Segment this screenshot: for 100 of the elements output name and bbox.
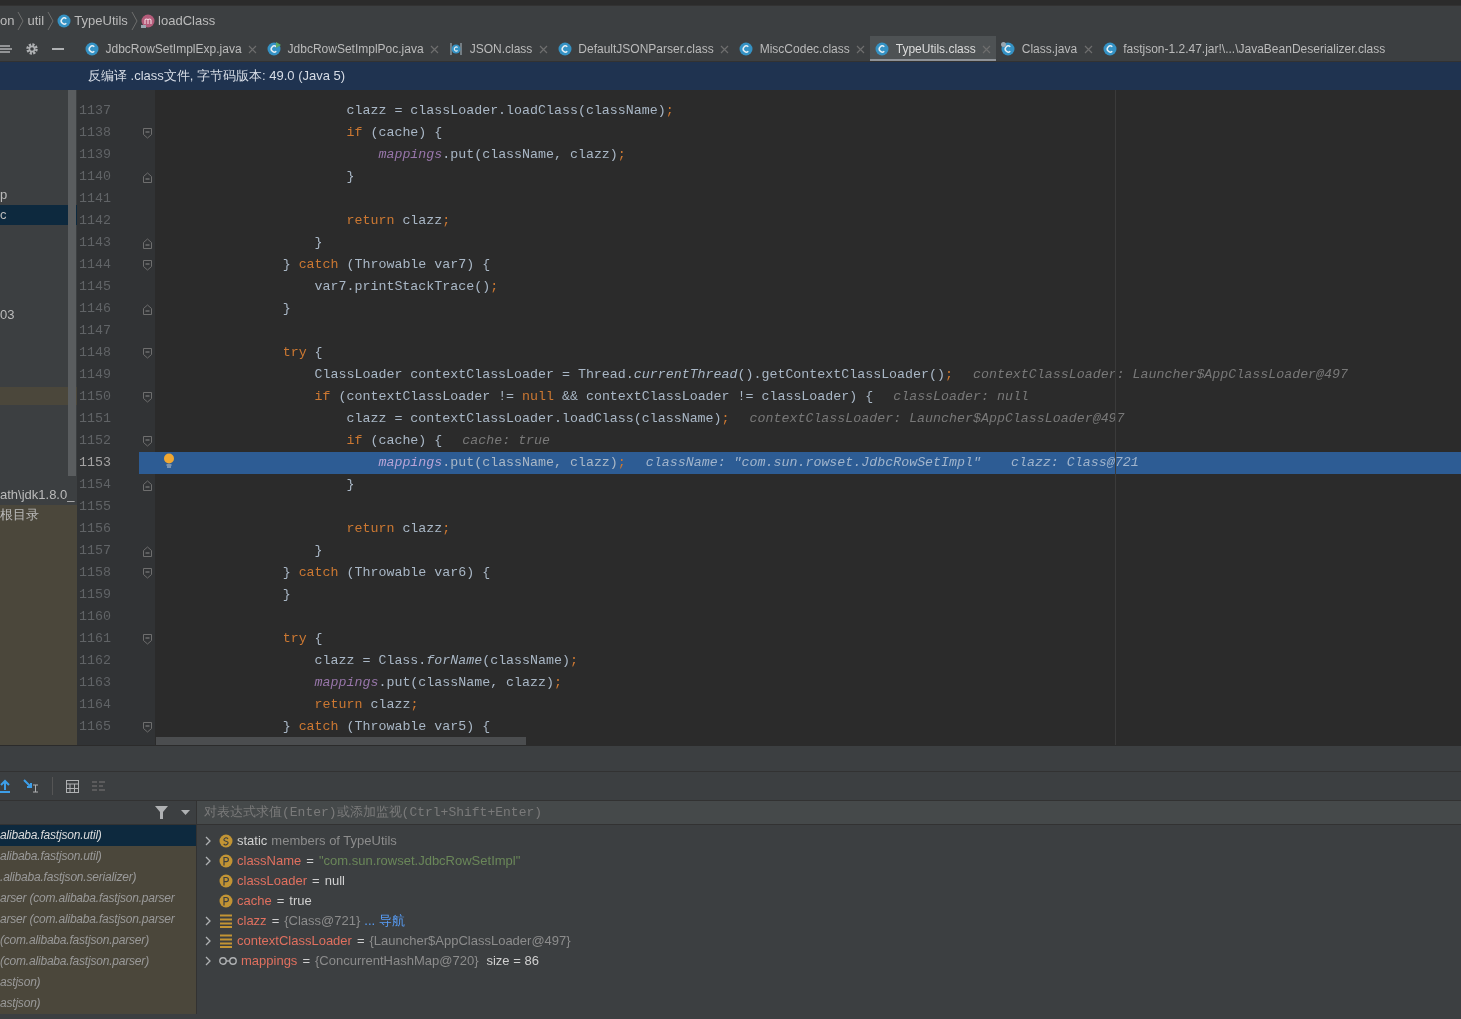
equals-sign: = — [356, 932, 365, 950]
fold-icon[interactable] — [142, 127, 152, 139]
file-tab[interactable]: JdbcRowSetImplExp.java — [80, 36, 263, 61]
breadcrumb-item[interactable]: TypeUtils — [74, 11, 128, 31]
inline-value-hint: cache: true — [462, 432, 551, 450]
close-icon[interactable] — [1083, 44, 1093, 54]
stack-frame[interactable]: alibaba.fastjson.util) — [0, 846, 196, 867]
fold-icon[interactable] — [142, 171, 152, 183]
equals-sign: = — [312, 872, 320, 890]
tree-item[interactable]: p — [0, 185, 77, 205]
field-icon — [219, 914, 233, 928]
variable-row[interactable]: className = "com.sun.rowset.JdbcRowSetImpl" — [197, 851, 1461, 871]
fold-icon[interactable] — [142, 347, 152, 359]
file-tab[interactable]: JSON.class — [444, 36, 553, 61]
variable-name[interactable]: cache — [237, 891, 272, 911]
fold-icon[interactable] — [142, 391, 152, 403]
code-text: } — [282, 586, 291, 604]
variable-row[interactable]: classLoader = null — [197, 871, 1461, 891]
fold-icon[interactable] — [142, 259, 152, 271]
file-tab[interactable]: Class.java — [996, 36, 1098, 61]
code-text: mappings.put(className, clazz); — [314, 674, 562, 692]
inline-value-hint: className: "com.sun.rowset.JdbcRowSetImpl" — [645, 454, 981, 472]
vertical-scrollbar[interactable] — [68, 90, 76, 476]
close-icon[interactable] — [856, 44, 866, 54]
variable-row[interactable]: static members of TypeUtils — [197, 831, 1461, 851]
stack-frame[interactable]: arser (com.alibaba.fastjson.parser — [0, 909, 196, 930]
variable-name[interactable]: classLoader — [237, 871, 308, 891]
minimize-icon[interactable] — [52, 46, 64, 51]
stack-frame[interactable]: arser (com.alibaba.fastjson.parser — [0, 888, 196, 909]
code-text: } catch (Throwable var5) { — [282, 718, 491, 736]
variable-name[interactable]: contextClassLoader — [237, 931, 352, 951]
equals-sign: = — [306, 852, 314, 870]
navigate-link[interactable]: ... 导航 — [364, 911, 405, 931]
close-icon[interactable] — [982, 44, 992, 54]
code-text: } catch (Throwable var6) { — [282, 564, 491, 582]
breadcrumb-item[interactable]: util — [27, 11, 45, 31]
code-text: } catch (Throwable var7) { — [282, 256, 491, 274]
variable-name[interactable]: mappings — [241, 951, 298, 971]
stack-frame[interactable]: (com.alibaba.fastjson.parser) — [0, 951, 196, 972]
chevron-icon — [47, 12, 55, 30]
close-icon[interactable] — [538, 44, 548, 54]
fold-icon[interactable] — [142, 567, 152, 579]
run-to-cursor-icon[interactable] — [23, 779, 39, 793]
collection-size: size = 86 — [486, 952, 539, 970]
stack-frame[interactable]: (com.alibaba.fastjson.parser) — [0, 930, 196, 951]
fold-icon[interactable] — [142, 479, 152, 491]
horizontal-scrollbar[interactable] — [156, 737, 526, 745]
stack-frame[interactable]: astjson) — [0, 993, 196, 1014]
tree-item[interactable]: ath\jdk1.8.0_ — [0, 485, 77, 505]
filter-icon[interactable] — [154, 806, 168, 819]
variable-row[interactable]: cache = true — [197, 891, 1461, 911]
stack-frame[interactable]: .alibaba.fastjson.serializer) — [0, 867, 196, 888]
close-icon[interactable] — [430, 44, 440, 54]
trace-icon[interactable] — [92, 780, 105, 792]
fold-icon[interactable] — [142, 721, 152, 733]
collapse-icon[interactable] — [0, 42, 12, 55]
code-text: mappings.put(className, clazz); — [378, 454, 626, 472]
variable-row[interactable]: contextClassLoader = {Launcher$AppClassLoader@497} — [197, 931, 1461, 951]
chevron-icon — [130, 12, 138, 30]
breadcrumb-item[interactable]: loadClass — [158, 11, 216, 31]
fold-icon[interactable] — [142, 303, 152, 315]
variable-value: null — [324, 872, 345, 890]
code-text: if (cache) { — [346, 432, 443, 450]
step-out-icon[interactable] — [0, 779, 10, 793]
code-text: if (cache) { — [346, 124, 443, 142]
dropdown-icon[interactable] — [180, 810, 190, 815]
equals-sign: = — [271, 912, 280, 930]
file-tab[interactable]: fastjson-1.2.47.jar!\...\JavaBeanDeserializer.class — [1097, 36, 1391, 61]
variable-name[interactable]: clazz — [237, 911, 267, 931]
file-tab[interactable]: TypeUtils.class — [870, 36, 997, 61]
lightbulb-icon[interactable] — [163, 453, 175, 468]
fold-icon[interactable] — [142, 237, 152, 249]
calculator-icon[interactable] — [66, 779, 79, 793]
tree-item[interactable]: 03 — [0, 305, 77, 325]
breadcrumb-item[interactable]: on — [0, 11, 15, 31]
stack-frame[interactable]: alibaba.fastjson.util) — [0, 825, 196, 846]
fold-icon[interactable] — [142, 633, 152, 645]
method-icon — [140, 14, 155, 28]
variable-row[interactable]: clazz = {Class@721} ... 导航 — [197, 911, 1461, 931]
variable-value: {Class@721} — [284, 912, 361, 930]
variable-row[interactable]: mappings = {ConcurrentHashMap@720} size = 86 — [197, 951, 1461, 971]
variable-value: {ConcurrentHashMap@720} — [314, 952, 479, 970]
fold-icon[interactable] — [142, 435, 152, 447]
tree-item[interactable]: c — [0, 205, 77, 225]
inline-value-hint: contextClassLoader: Launcher$AppClassLoader@497 — [749, 410, 1125, 428]
close-icon[interactable] — [248, 44, 258, 54]
file-tab[interactable]: JdbcRowSetImplPoc.java — [262, 36, 445, 61]
variable-name[interactable]: className — [237, 851, 302, 871]
fold-icon[interactable] — [142, 545, 152, 557]
code-text: } — [282, 300, 291, 318]
code-text: clazz = contextClassLoader.loadClass(className); — [346, 410, 730, 428]
file-tab[interactable]: MiscCodec.class — [734, 36, 871, 61]
class-icon — [557, 42, 572, 56]
variable-name[interactable]: static — [237, 831, 268, 851]
file-tab[interactable]: DefaultJSONParser.class — [552, 36, 735, 61]
settings-icon[interactable] — [25, 41, 39, 56]
equals-sign: = — [302, 952, 310, 970]
tree-item[interactable]: 根目录 — [0, 505, 77, 525]
close-icon[interactable] — [720, 44, 730, 54]
stack-frame[interactable]: astjson) — [0, 972, 196, 993]
